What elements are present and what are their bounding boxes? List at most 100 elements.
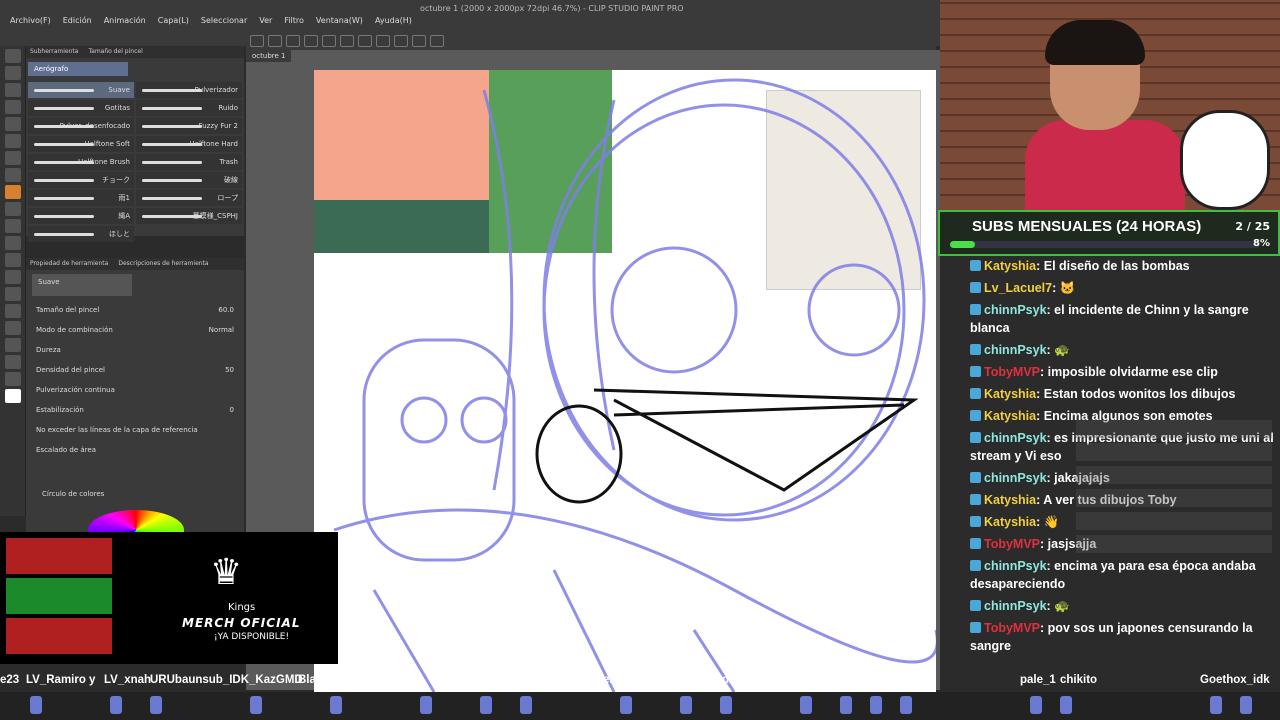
brush-item[interactable]: ほしと: [28, 226, 134, 242]
subs-progress-bar: [950, 241, 1260, 248]
snap-grid-icon[interactable]: [412, 35, 426, 47]
undo-icon[interactable]: [304, 35, 318, 47]
menu-ver[interactable]: Ver: [253, 16, 278, 25]
brush-item[interactable]: Ruido: [136, 100, 242, 116]
ticker-name: I: [858, 674, 862, 686]
ref-layer-checkbox[interactable]: No exceder las líneas de la capa de refe…: [26, 420, 244, 440]
continuous-spray-checkbox[interactable]: Pulverización continua: [26, 380, 244, 400]
tab-brush-size[interactable]: Tamaño del pincel: [84, 46, 146, 58]
menu-seleccionar[interactable]: Seleccionar: [195, 16, 253, 25]
viewer-sprite: [1030, 696, 1042, 714]
tab-subherramienta[interactable]: Subherramienta: [26, 46, 82, 58]
badge-icon: [970, 600, 981, 611]
brush-size-value[interactable]: 60.0: [218, 306, 234, 314]
chat-message: Katyshia: El diseño de las bombas: [970, 257, 1280, 275]
fill-icon[interactable]: [358, 35, 372, 47]
blend-icon[interactable]: [5, 236, 21, 250]
tool-palette: [0, 46, 26, 516]
eraser-icon[interactable]: [5, 219, 21, 233]
brush-item[interactable]: Halftone Brush: [28, 154, 134, 170]
chat-text: : imposible olvidarme ese clip: [1040, 365, 1218, 379]
settings-icon[interactable]: [430, 35, 444, 47]
menu-edicion[interactable]: Edición: [57, 16, 98, 25]
brush-item[interactable]: Fuzzy Fur 2: [136, 118, 242, 134]
density-row[interactable]: Densidad del pincel 50: [26, 360, 244, 380]
canvas-tab[interactable]: octubre 1: [246, 50, 292, 62]
window-title: octubre 1 (2000 x 2000px 72dpi 46.7%) - …: [420, 4, 684, 13]
chat-username: chinnPsyk: [984, 431, 1047, 445]
brush-item[interactable]: Gotitas: [28, 100, 134, 116]
brush-item[interactable]: Halftone Hard: [136, 136, 242, 152]
badge-icon: [970, 622, 981, 633]
stabilization-label: Estabilización: [36, 406, 84, 414]
brush-item[interactable]: 破線: [136, 172, 242, 188]
brush-item[interactable]: 縄A: [28, 208, 134, 224]
brush-item[interactable]: Pulver. desenfocado: [28, 118, 134, 134]
snap-ruler-icon[interactable]: [394, 35, 408, 47]
brush-item[interactable]: 雨1: [28, 190, 134, 206]
sketch-strokes: [333, 78, 936, 692]
balloon-icon[interactable]: [5, 355, 21, 369]
zoom-icon[interactable]: [5, 49, 21, 63]
tab-tool-property[interactable]: Propiedad de herramienta: [26, 258, 112, 270]
ticker-name: Leoxtrew: [474, 674, 525, 686]
figure-icon[interactable]: [5, 287, 21, 301]
density-value[interactable]: 50: [225, 366, 234, 374]
menu-ventana[interactable]: Ventana(W): [310, 16, 369, 25]
lasso-icon[interactable]: [5, 100, 21, 114]
frame-icon[interactable]: [5, 304, 21, 318]
blend-mode-select[interactable]: Normal: [209, 326, 234, 334]
area-scaling-row[interactable]: Escalado de área: [26, 440, 244, 460]
menu-ayuda[interactable]: Ayuda(H): [369, 16, 418, 25]
color-swatch-icon[interactable]: [5, 389, 21, 403]
brush-item[interactable]: チョーク: [28, 172, 134, 188]
menu-animacion[interactable]: Animación: [98, 16, 152, 25]
menu-filtro[interactable]: Filtro: [278, 16, 310, 25]
menu-capa[interactable]: Capa(L): [152, 16, 195, 25]
open-file-icon[interactable]: [268, 35, 282, 47]
brush-item[interactable]: Pulverizador: [136, 82, 242, 98]
chat-username: chinnPsyk: [984, 559, 1047, 573]
brush-size-row[interactable]: Tamaño del pincel 60.0: [26, 300, 244, 320]
brush-item[interactable]: 蔓模様_CSPHJ: [136, 208, 242, 224]
text-icon[interactable]: [5, 338, 21, 352]
area-scaling-label: Escalado de área: [36, 446, 96, 454]
brush-item[interactable]: ロープ: [136, 190, 242, 206]
fill-tool-icon[interactable]: [5, 253, 21, 267]
brush-item[interactable]: Halftone Soft: [28, 136, 134, 152]
tab-tool-description[interactable]: Descripciones de herramienta: [114, 258, 212, 270]
select-icon[interactable]: [5, 83, 21, 97]
hardness-row[interactable]: Dureza: [26, 340, 244, 360]
stabilization-row[interactable]: Estabilización 0: [26, 400, 244, 420]
subtool-group[interactable]: Aerógrafo: [28, 62, 128, 76]
transform-icon[interactable]: [376, 35, 390, 47]
menu-archivo[interactable]: Archivo(F): [4, 16, 57, 25]
ticker-name: LV_Ramiro y: [26, 674, 96, 686]
gradient-icon[interactable]: [5, 270, 21, 284]
clear-icon[interactable]: [340, 35, 354, 47]
decoration-icon[interactable]: [5, 202, 21, 216]
airbrush-icon[interactable]: [5, 185, 21, 199]
viewer-sprite: [420, 696, 432, 714]
save-icon[interactable]: [286, 35, 300, 47]
drawing-canvas[interactable]: [314, 70, 936, 692]
eyedropper-icon[interactable]: [5, 117, 21, 131]
pencil-icon[interactable]: [5, 151, 21, 165]
pen-icon[interactable]: [5, 134, 21, 148]
move-icon[interactable]: [5, 66, 21, 80]
blend-mode-label: Modo de combinación: [36, 326, 113, 334]
ticker-name: LV_RODRII: [646, 674, 707, 686]
correct-line-icon[interactable]: [5, 372, 21, 386]
ticker-name: LV_xnah: [104, 674, 152, 686]
brush-item[interactable]: Trash: [136, 154, 242, 170]
chat-username: TobyMVP: [984, 365, 1041, 379]
ticker-name: Fenrir_M: [596, 674, 645, 686]
new-file-icon[interactable]: [250, 35, 264, 47]
badge-icon: [970, 366, 981, 377]
brush-icon[interactable]: [5, 168, 21, 182]
badge-icon: [970, 260, 981, 271]
ruler-icon[interactable]: [5, 321, 21, 335]
brush-item[interactable]: Suave: [28, 82, 134, 98]
stabilization-value[interactable]: 0: [230, 406, 234, 414]
redo-icon[interactable]: [322, 35, 336, 47]
